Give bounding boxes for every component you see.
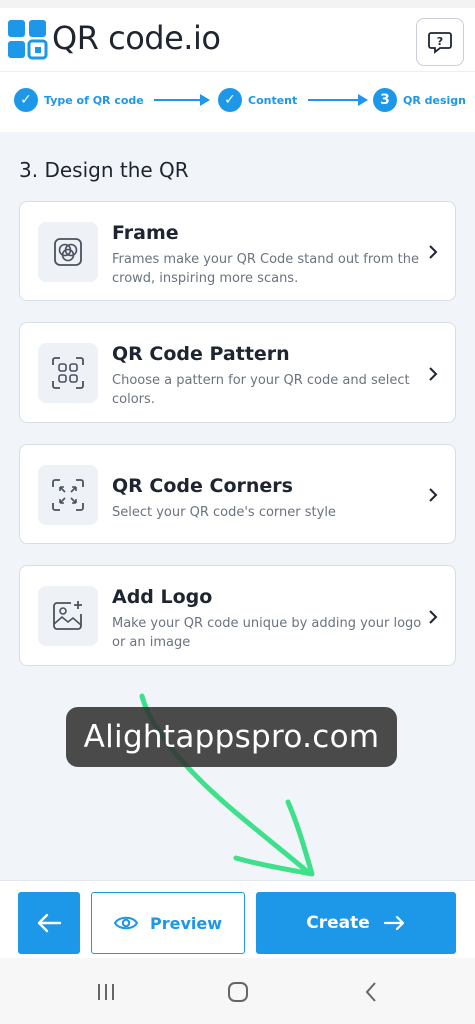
arrow-right-icon bbox=[200, 94, 210, 106]
option-card-qr-code-corners[interactable]: QR Code Corners Select your QR code's co… bbox=[19, 444, 456, 544]
step-done-check-icon: ✓ bbox=[218, 88, 242, 112]
option-description: Frames make your QR Code stand out from … bbox=[112, 252, 420, 286]
create-button[interactable]: Create bbox=[256, 892, 456, 954]
image-add-icon bbox=[53, 601, 82, 630]
option-icon-box bbox=[38, 222, 98, 282]
option-title: Add Logo bbox=[112, 586, 213, 608]
option-card-add-logo[interactable]: Add Logo Make your QR code unique by add… bbox=[19, 565, 456, 666]
qrcode-logo-icon bbox=[8, 20, 48, 60]
step-content[interactable]: ✓ Content bbox=[218, 88, 297, 112]
step-label: Type of QR code bbox=[44, 93, 144, 107]
back-nav-icon[interactable] bbox=[360, 980, 384, 1004]
step-label: Content bbox=[248, 93, 298, 107]
preview-label: Preview bbox=[149, 913, 222, 933]
action-bar: Preview Create bbox=[0, 880, 475, 958]
arrow-right-icon bbox=[383, 915, 404, 931]
arrow-right-icon bbox=[358, 94, 368, 106]
chevron-right-icon bbox=[429, 245, 438, 259]
eye-icon bbox=[113, 916, 138, 930]
option-icon-box bbox=[38, 465, 98, 525]
option-icon-box bbox=[38, 343, 98, 403]
chevron-right-icon bbox=[429, 367, 438, 381]
option-description: Select your QR code's corner style bbox=[112, 505, 336, 520]
back-button[interactable] bbox=[18, 892, 80, 954]
step-connector-arrow bbox=[154, 99, 202, 101]
step-number-badge: 3 bbox=[373, 88, 397, 112]
chevron-right-icon bbox=[429, 610, 438, 624]
section-title: 3. Design the QR bbox=[19, 158, 189, 182]
status-bar-strip bbox=[0, 0, 475, 8]
question-bubble-icon: ? bbox=[428, 32, 452, 54]
logo-text: QR code.io bbox=[52, 19, 221, 57]
step-type-of-qr-code[interactable]: ✓ Type of QR code bbox=[14, 88, 144, 112]
option-title: QR Code Pattern bbox=[112, 343, 290, 365]
step-qr-design[interactable]: 3 QR design bbox=[373, 88, 466, 112]
preview-button[interactable]: Preview bbox=[91, 892, 245, 954]
help-button[interactable]: ? bbox=[416, 18, 464, 66]
create-label: Create bbox=[306, 913, 370, 933]
home-icon[interactable] bbox=[226, 980, 250, 1004]
recent-apps-icon[interactable] bbox=[94, 980, 118, 1004]
arrow-left-icon bbox=[37, 913, 62, 933]
option-description: Choose a pattern for your QR code and se… bbox=[112, 373, 410, 407]
step-connector-arrow bbox=[308, 99, 360, 101]
pattern-icon bbox=[52, 357, 84, 389]
option-title: Frame bbox=[112, 222, 179, 244]
step-done-check-icon: ✓ bbox=[14, 88, 38, 112]
watermark: Alightappspro.com bbox=[66, 707, 397, 767]
step-label: QR design bbox=[403, 93, 467, 107]
system-nav-bar bbox=[0, 958, 475, 1024]
option-card-frame[interactable]: Frame Frames make your QR Code stand out… bbox=[19, 201, 456, 301]
corners-icon bbox=[52, 479, 84, 511]
chevron-right-icon bbox=[429, 488, 438, 502]
frame-icon bbox=[54, 238, 82, 266]
app-header: QR code.io ? bbox=[0, 8, 475, 72]
progress-stepper: ✓ Type of QR code ✓ Content 3 QR design bbox=[0, 72, 475, 132]
option-description: Make your QR code unique by adding your … bbox=[112, 616, 422, 650]
svg-text:?: ? bbox=[437, 35, 443, 48]
option-title: QR Code Corners bbox=[112, 475, 293, 497]
option-card-qr-code-pattern[interactable]: QR Code Pattern Choose a pattern for you… bbox=[19, 322, 456, 423]
option-icon-box bbox=[38, 586, 98, 646]
